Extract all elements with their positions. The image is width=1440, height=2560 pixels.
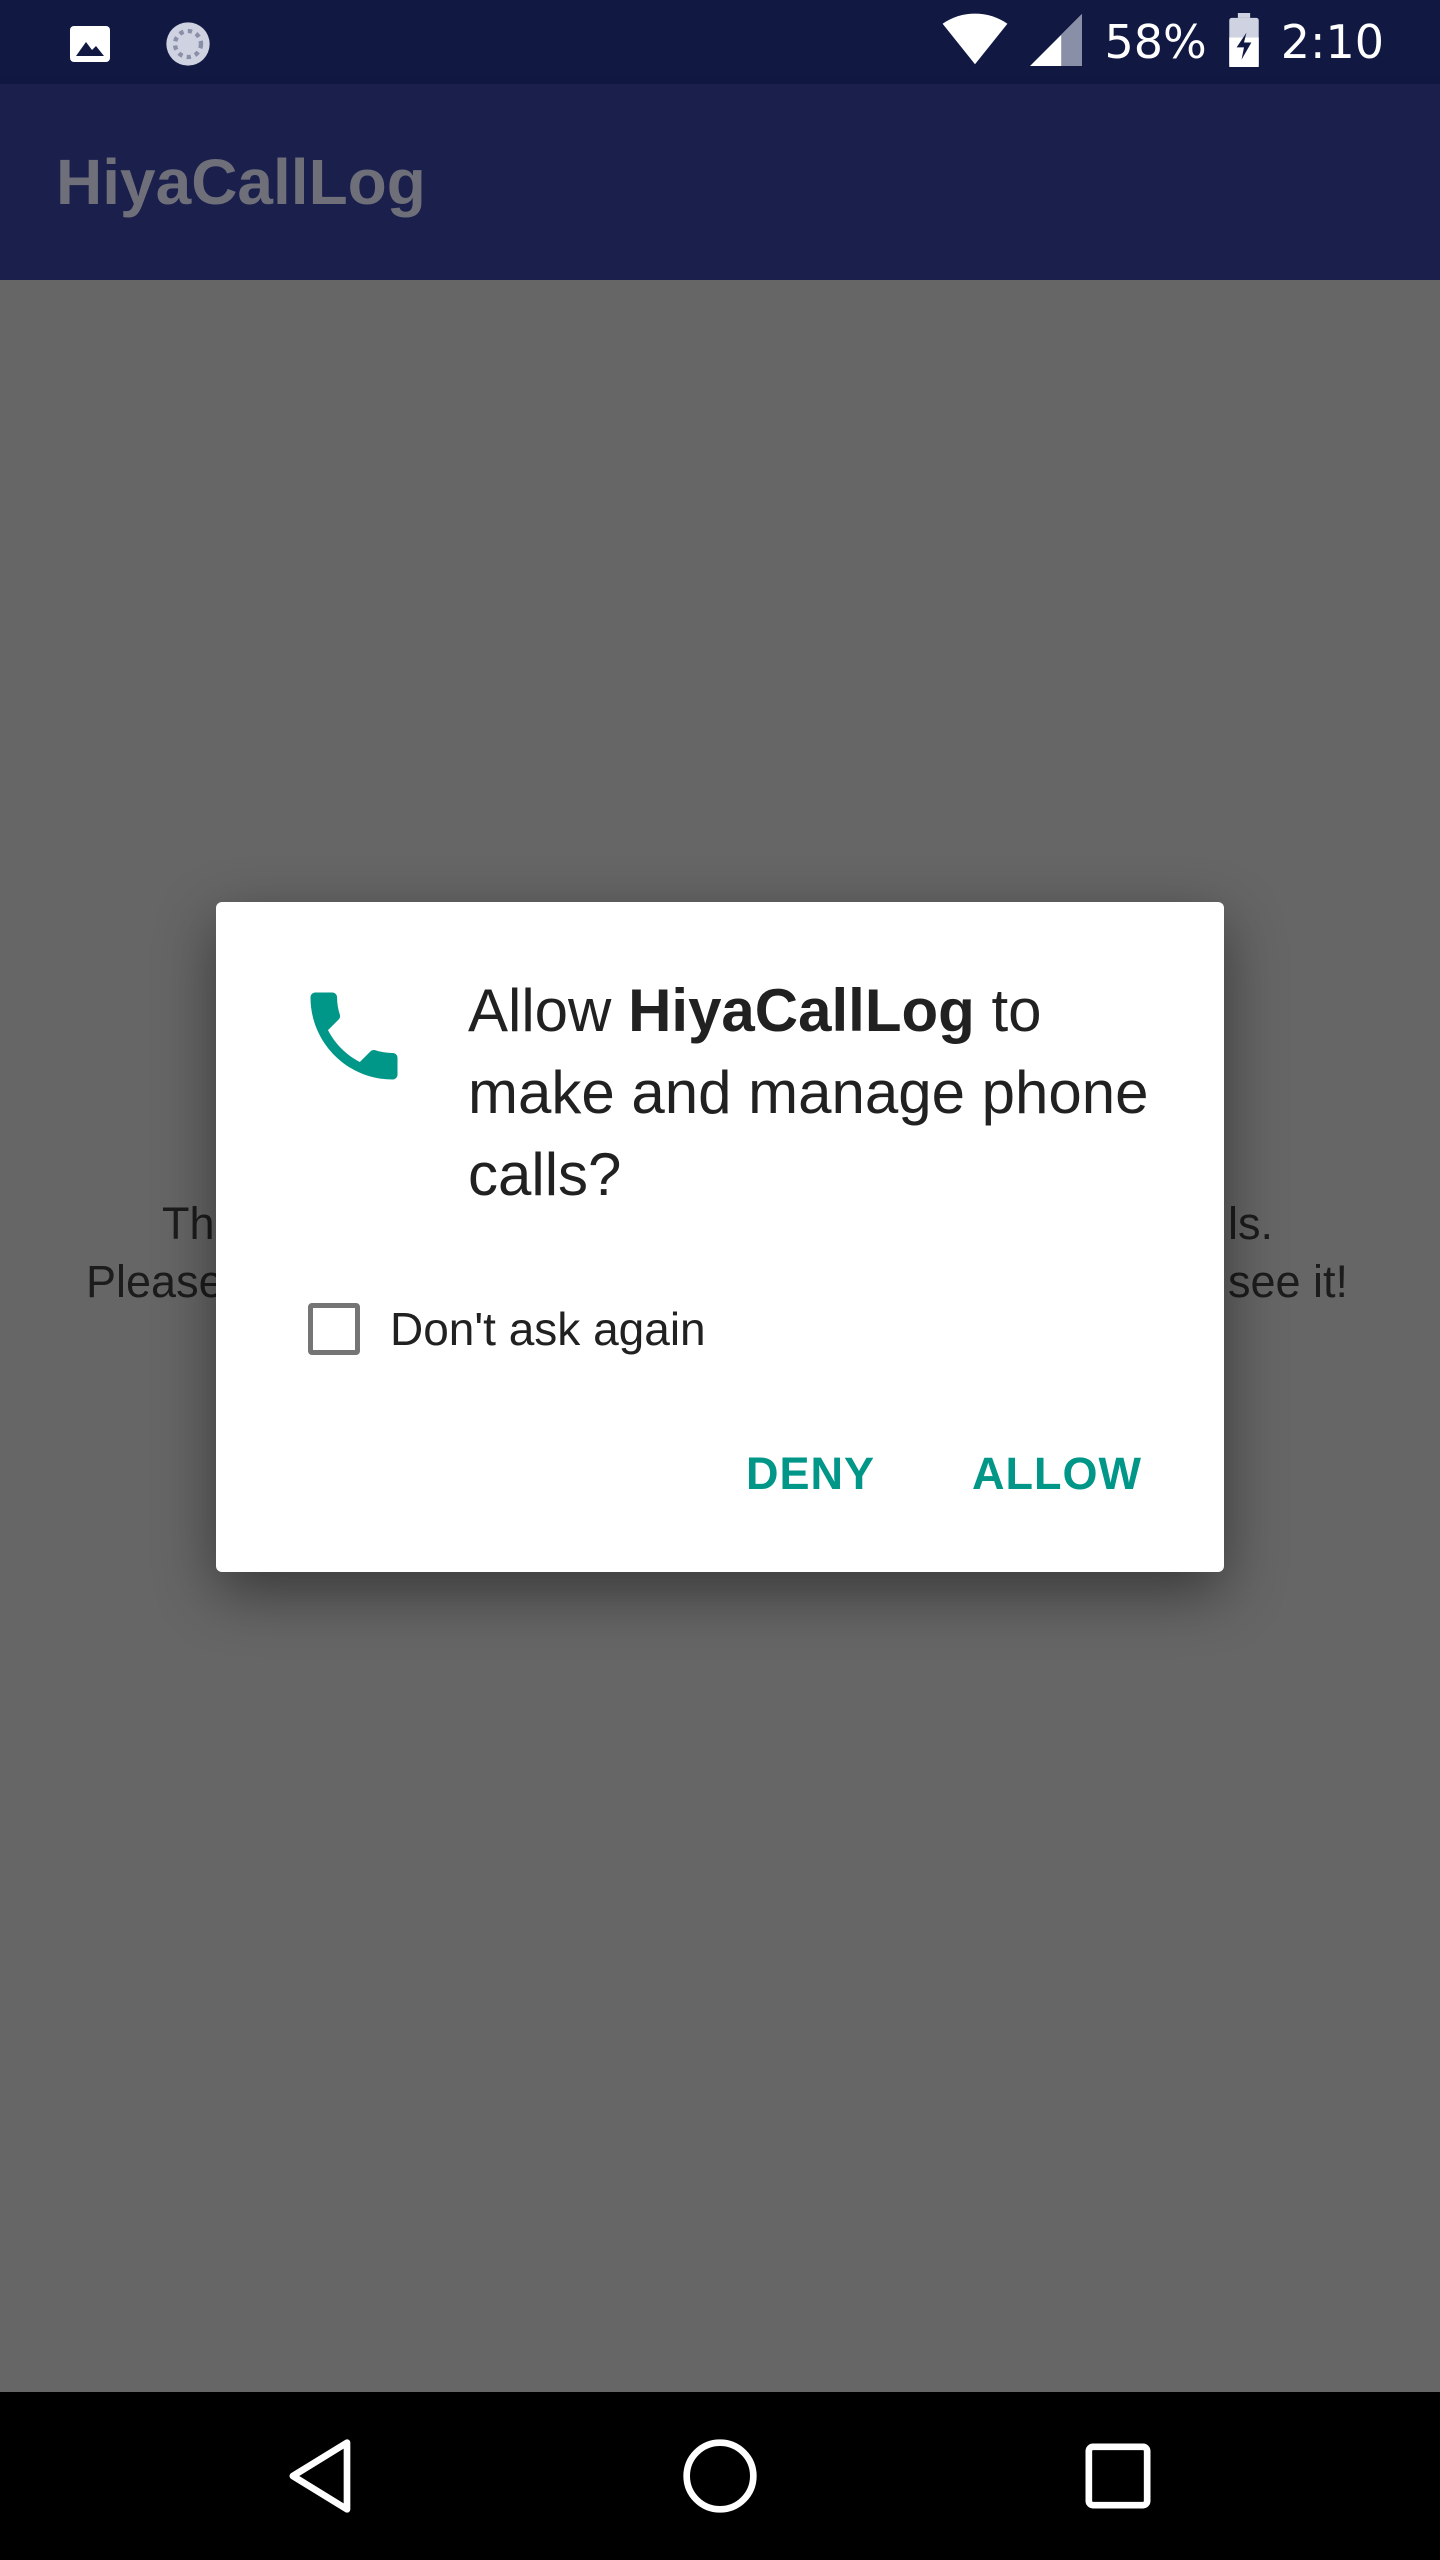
- app-bar: HiyaCallLog: [0, 84, 1440, 280]
- home-icon[interactable]: [670, 2426, 770, 2526]
- status-left: [66, 18, 214, 74]
- wifi-icon: [942, 13, 1008, 71]
- battery-icon: [1228, 13, 1259, 71]
- background-text-line2-left: Please: [86, 1256, 224, 1307]
- background-text-line2-right: see it!: [1228, 1256, 1349, 1307]
- background-text-line1-left: Th: [162, 1198, 215, 1249]
- battery-percent: 58%: [1104, 15, 1207, 69]
- recents-icon[interactable]: [1068, 2426, 1168, 2526]
- deny-button[interactable]: DENY: [736, 1436, 885, 1512]
- sync-icon: [162, 18, 214, 74]
- image-icon: [66, 20, 114, 72]
- dialog-title-prefix: Allow: [468, 977, 629, 1044]
- dont-ask-again-row[interactable]: Don't ask again: [308, 1302, 706, 1356]
- screen: 58% 2:10 HiyaCallLog Th ls. Please see i…: [0, 0, 1440, 2560]
- dialog-title-app-name: HiyaCallLog: [628, 977, 975, 1044]
- cell-signal-icon: [1030, 14, 1083, 70]
- status-right: 58% 2:10: [942, 0, 1384, 84]
- clock: 2:10: [1280, 15, 1384, 69]
- background-text-line1-right: ls.: [1228, 1198, 1273, 1249]
- dialog-title: Allow HiyaCallLog to make and manage pho…: [468, 970, 1188, 1216]
- status-bar: 58% 2:10: [0, 0, 1440, 84]
- app-title: HiyaCallLog: [56, 146, 426, 218]
- back-icon[interactable]: [272, 2426, 372, 2526]
- dont-ask-again-label[interactable]: Don't ask again: [390, 1302, 706, 1356]
- dont-ask-again-checkbox[interactable]: [308, 1303, 360, 1355]
- navigation-bar: [0, 2392, 1440, 2560]
- permission-dialog: Allow HiyaCallLog to make and manage pho…: [216, 902, 1224, 1572]
- allow-button[interactable]: ALLOW: [962, 1436, 1152, 1512]
- phone-icon: [296, 978, 412, 1094]
